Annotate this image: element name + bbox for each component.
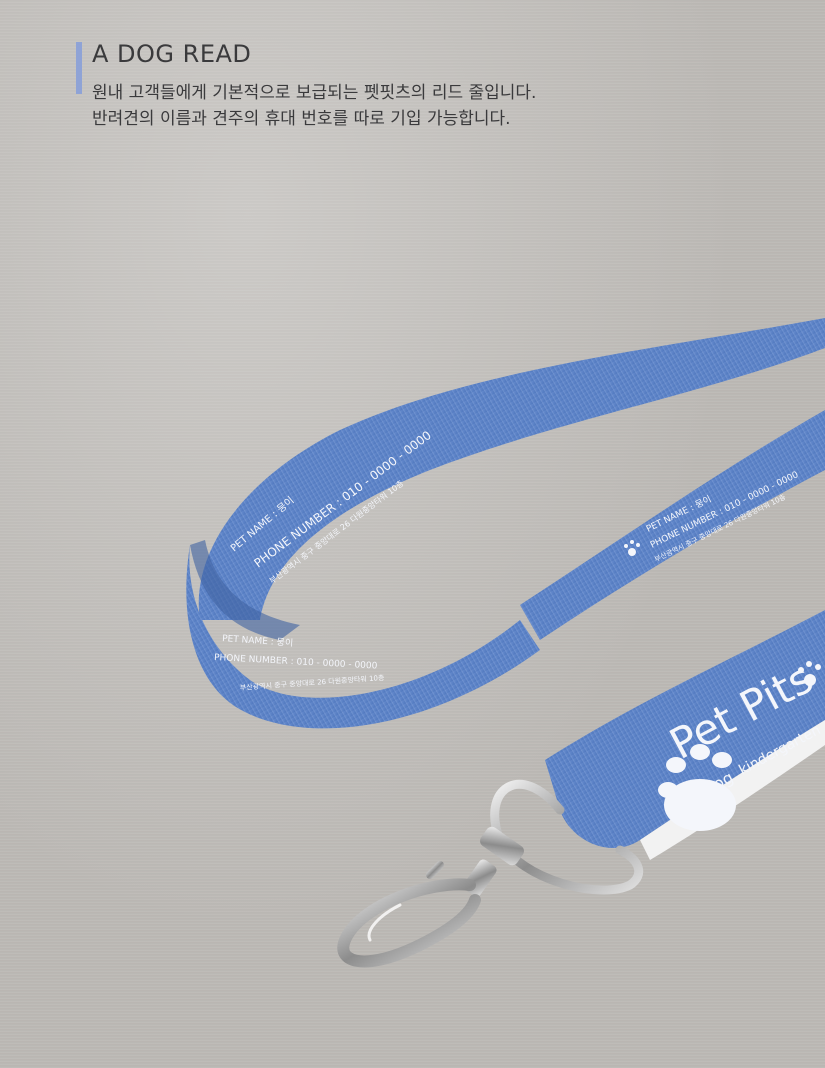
strap-phone-lower: PHONE NUMBER : 010 - 0000 - 0000 (214, 653, 378, 672)
strap-address-lower: 부산광역시 중구 중앙대로 26 다원중앙타워 10층 (240, 673, 386, 692)
snap-hook (337, 861, 481, 968)
leash-strap-front (520, 410, 825, 640)
leash-illustration: Pet Pits dog kindergarten PET NAME : 뭉이 … (186, 318, 825, 968)
